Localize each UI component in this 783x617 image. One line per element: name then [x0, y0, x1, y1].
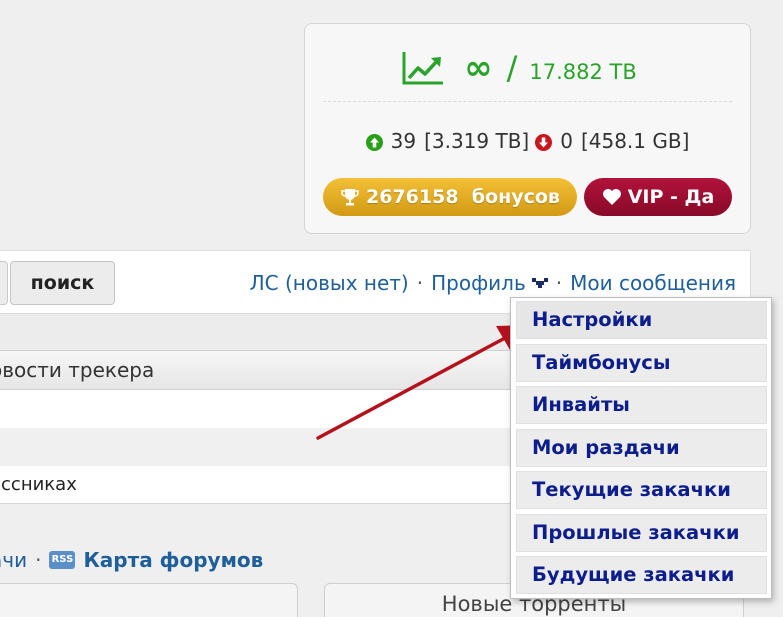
private-messages-link[interactable]: ЛС (новых нет): [250, 271, 409, 295]
separator: ·: [416, 271, 424, 295]
vip-label: VIP - Да: [627, 186, 715, 208]
vip-button[interactable]: VIP - Да: [584, 178, 732, 216]
profile-dropdown-menu: Настройки Таймбонусы Инвайты Мои раздачи…: [510, 297, 772, 599]
menu-item-current-downloads[interactable]: Текущие закачки: [516, 471, 767, 509]
menu-item-settings[interactable]: Настройки: [516, 301, 767, 339]
ratio-row: ∞ / 17.882 TB: [305, 46, 750, 90]
list-item-text: ассниках: [0, 474, 77, 495]
menu-item-future-downloads[interactable]: Будущие закачки: [516, 556, 767, 594]
rss-icon: RSS: [49, 551, 76, 569]
forum-link[interactable]: ачи: [0, 548, 27, 572]
menu-item-timebonuses[interactable]: Таймбонусы: [516, 343, 767, 382]
leeching-size: [458.1 GB]: [580, 129, 690, 153]
forum-links: ачи · RSS Карта форумов: [0, 545, 263, 575]
seeding-count: 39: [390, 129, 417, 153]
arrow-up-icon: [365, 133, 383, 151]
search-button[interactable]: поиск: [10, 261, 115, 305]
panel-header-left: [0, 583, 298, 617]
heart-icon: [602, 189, 621, 205]
menu-item-past-downloads[interactable]: Прошлые закачки: [516, 513, 767, 552]
total-upload: 17.882 TB: [529, 60, 637, 84]
seeding-size: [3.319 TB]: [424, 129, 530, 153]
bonus-label: 2676158 бонусов: [366, 186, 560, 208]
my-messages-link[interactable]: Мои сообщения: [570, 271, 736, 295]
stats-divider: [323, 101, 732, 102]
search-input[interactable]: [0, 261, 8, 305]
bonus-button[interactable]: 2676158 бонусов: [323, 178, 577, 216]
menu-item-my-releases[interactable]: Мои раздачи: [516, 428, 767, 467]
profile-link[interactable]: Профиль: [431, 271, 526, 295]
trophy-icon: [341, 189, 359, 206]
ratio-value: ∞: [464, 48, 493, 88]
ratio-separator: /: [506, 49, 518, 87]
forum-map-link[interactable]: Карта форумов: [83, 548, 263, 572]
user-links: ЛС (новых нет) · Профиль · Мои сообщения: [250, 271, 736, 295]
menu-item-invites[interactable]: Инвайты: [516, 386, 767, 424]
tracker-news-title: овости трекера: [0, 358, 155, 382]
separator: ·: [35, 548, 42, 572]
arrow-down-icon: [535, 133, 553, 151]
chart-growth-icon: [402, 52, 444, 85]
leeching-count: 0: [560, 129, 573, 153]
user-stats-panel: ∞ / 17.882 TB 39 [3.319 TB] 0 [458.1 GB]…: [304, 23, 751, 234]
seed-leech-row: 39 [3.319 TB] 0 [458.1 GB]: [305, 126, 750, 156]
separator: ·: [555, 271, 563, 295]
profile-menu-icon[interactable]: [531, 277, 548, 289]
